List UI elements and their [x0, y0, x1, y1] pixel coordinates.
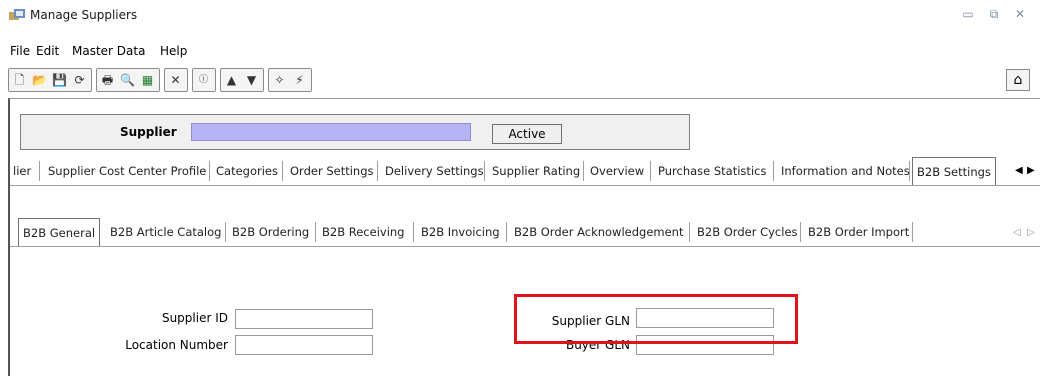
arrow-up-icon[interactable]: ▲: [222, 71, 241, 90]
tab-b2b-order-acknowledgement[interactable]: B2B Order Acknowledgement: [514, 218, 684, 246]
tab-purchase-statistics[interactable]: Purchase Statistics: [658, 157, 766, 185]
location-number-label: Location Number: [125, 338, 228, 352]
b2b-tab-scroll-left-icon[interactable]: ◁: [1013, 227, 1021, 238]
toolbar-group-nav: ▲ ▼: [220, 68, 264, 92]
restore-icon[interactable]: ⧉: [986, 6, 1002, 22]
toolbar-group-delete: ✕: [164, 68, 188, 92]
arrow-down-icon[interactable]: ▼: [242, 71, 261, 90]
print-preview-icon[interactable]: 🔍: [118, 71, 137, 90]
menu-bar: File Edit Master Data Help: [0, 44, 300, 62]
tab-information-and-notes[interactable]: Information and Notes: [781, 157, 910, 185]
tab-supplier-rating[interactable]: Supplier Rating: [492, 157, 580, 185]
open-icon[interactable]: 📂: [30, 71, 49, 90]
tab-supplier-cost-center-profile[interactable]: Supplier Cost Center Profile: [48, 157, 206, 185]
menu-file[interactable]: File: [10, 44, 30, 58]
b2b-tab-scroll-right-icon[interactable]: ▷: [1027, 227, 1035, 238]
primary-tab-row: lier Supplier Cost Center Profile Catego…: [10, 157, 1040, 185]
tab-b2b-general[interactable]: B2B General: [18, 218, 101, 246]
tab-b2b-order-cycles[interactable]: B2B Order Cycles: [697, 218, 798, 246]
window-title: Manage Suppliers: [30, 8, 138, 22]
refresh-icon[interactable]: ⟳: [70, 71, 89, 90]
tab-b2b-ordering[interactable]: B2B Ordering: [232, 218, 309, 246]
app-icon: [8, 8, 26, 22]
save-icon[interactable]: 💾: [50, 71, 69, 90]
highlight-annotation: [514, 294, 798, 344]
menu-master-data[interactable]: Master Data: [72, 44, 145, 58]
supplier-id-label: Supplier ID: [161, 311, 228, 325]
info-icon[interactable]: ⓘ: [194, 71, 213, 90]
supplier-label: Supplier: [120, 125, 177, 139]
toolbar: 🗋 📂 💾 ⟳ 🖶 🔍 ▦ ✕ ⓘ ▲ ▼ ✧ ⚡: [8, 68, 1038, 92]
supplier-id-input[interactable]: [235, 309, 373, 329]
excel-export-icon[interactable]: ▦: [138, 71, 157, 90]
toolbar-group-info: ⓘ: [192, 68, 216, 92]
tab-b2b-article-catalog[interactable]: B2B Article Catalog: [110, 218, 221, 246]
tab-scroll-right-icon[interactable]: ▶: [1027, 165, 1035, 176]
tab-categories[interactable]: Categories: [216, 157, 278, 185]
title-bar: Manage Suppliers ▭ ⧉ ✕: [0, 0, 1040, 30]
toolbar-group-file: 🗋 📂 💾 ⟳: [8, 68, 92, 92]
home-icon[interactable]: ⌂: [1006, 69, 1030, 91]
tab-supplier[interactable]: lier: [13, 157, 31, 185]
print-icon[interactable]: 🖶: [98, 71, 117, 90]
tab-overview[interactable]: Overview: [590, 157, 644, 185]
active-button[interactable]: Active: [492, 124, 562, 144]
tab-b2b-settings[interactable]: B2B Settings: [912, 157, 996, 185]
close-icon[interactable]: ✕: [1012, 6, 1028, 22]
delete-icon[interactable]: ✕: [166, 71, 185, 90]
tab-delivery-settings[interactable]: Delivery Settings: [385, 157, 484, 185]
tab-scroll-left-icon[interactable]: ◀: [1015, 165, 1023, 176]
supplier-field[interactable]: [191, 123, 471, 141]
toolbar-group-wand: ✧ ⚡: [268, 68, 312, 92]
tab-b2b-order-import[interactable]: B2B Order Import: [808, 218, 909, 246]
toolbar-group-print: 🖶 🔍 ▦: [96, 68, 160, 92]
tab-order-settings[interactable]: Order Settings: [290, 157, 374, 185]
new-icon[interactable]: 🗋: [10, 71, 29, 90]
tab-b2b-receiving[interactable]: B2B Receiving: [322, 218, 404, 246]
b2b-tab-row: B2B General B2B Article Catalog B2B Orde…: [10, 218, 1040, 246]
menu-help[interactable]: Help: [160, 44, 187, 58]
tab-b2b-invoicing[interactable]: B2B Invoicing: [421, 218, 500, 246]
menu-edit[interactable]: Edit: [36, 44, 59, 58]
magic-wand-icon[interactable]: ✧: [270, 71, 289, 90]
minimize-icon[interactable]: ▭: [960, 6, 976, 22]
location-number-input[interactable]: [235, 335, 373, 355]
wand-icon[interactable]: ⚡: [290, 71, 309, 90]
